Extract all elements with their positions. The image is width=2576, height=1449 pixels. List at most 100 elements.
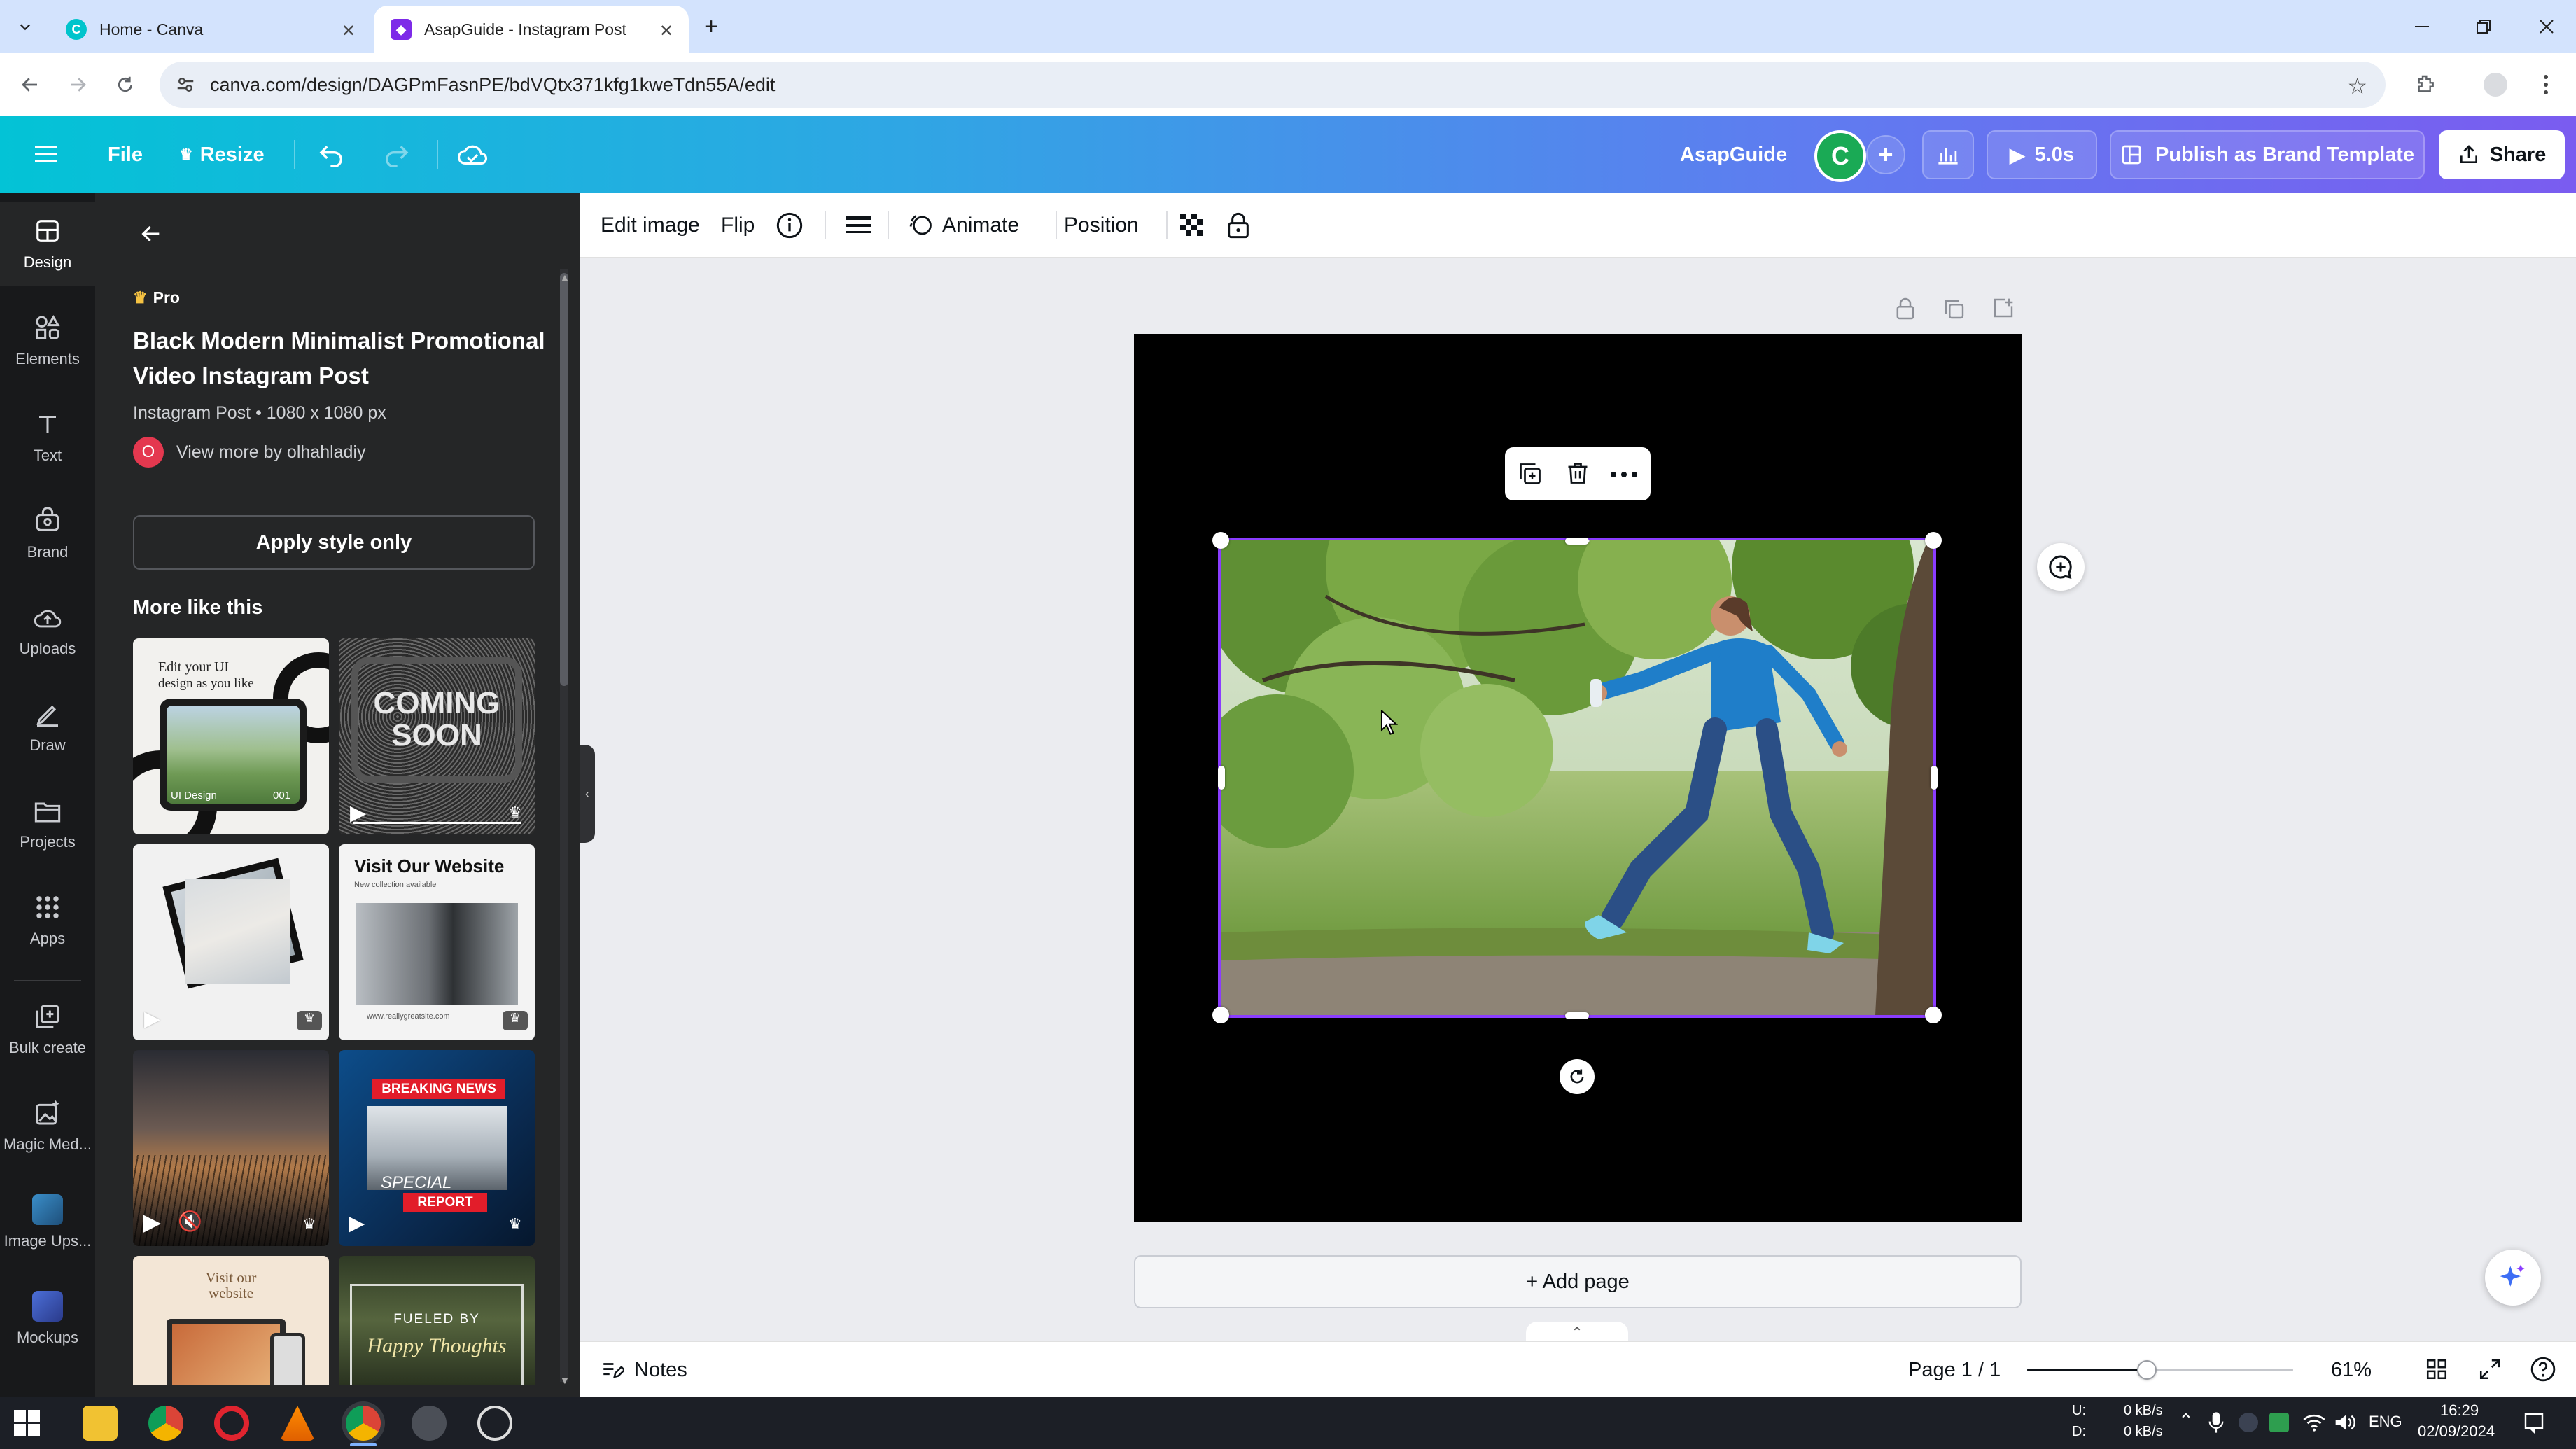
tab-search-button[interactable] (10, 13, 41, 41)
edit-image-button[interactable]: Edit image (601, 193, 700, 258)
magic-assistant-button[interactable] (2485, 1250, 2541, 1306)
template-thumbnail-breaking-news[interactable]: BREAKING NEWS SPECIAL REPORT ▶ ♛ (339, 1050, 535, 1246)
chrome-icon[interactable] (148, 1406, 183, 1441)
play-icon[interactable]: ▶ (349, 1211, 365, 1236)
rail-item-elements[interactable]: Elements (0, 298, 95, 382)
selected-image-walking-woman[interactable] (1218, 538, 1936, 1018)
scroll-down-arrow[interactable]: ▼ (560, 1375, 570, 1386)
design-name[interactable]: AsapGuide (1680, 116, 1787, 193)
close-window-button[interactable] (2526, 10, 2568, 43)
extensions-icon[interactable] (2408, 67, 2443, 102)
restore-button[interactable] (2463, 10, 2505, 43)
share-button[interactable]: Share (2439, 130, 2565, 179)
redo-button[interactable] (382, 116, 410, 193)
resize-handle-se[interactable] (1925, 1007, 1942, 1023)
transparency-icon[interactable] (1180, 193, 1204, 258)
mute-icon[interactable]: 🔇 (178, 1210, 202, 1233)
resize-handle-s[interactable] (1565, 1012, 1589, 1019)
collapse-panel-button[interactable]: ‹ (580, 745, 595, 843)
clock-time[interactable]: 16:29 (2440, 1401, 2479, 1420)
animate-button[interactable]: Animate (909, 193, 1019, 258)
flip-button[interactable]: Flip (721, 193, 755, 258)
notes-button[interactable]: Notes (601, 1342, 687, 1398)
chrome-icon[interactable] (346, 1406, 381, 1441)
notifications-icon[interactable] (2523, 1411, 2545, 1434)
reload-button[interactable] (108, 67, 143, 102)
resize-handle-e[interactable] (1931, 766, 1938, 790)
rail-item-bulk-create[interactable]: Bulk create (0, 987, 95, 1071)
more-options-icon[interactable] (1610, 471, 1638, 478)
minimize-button[interactable] (2401, 10, 2443, 43)
template-thumbnail-sunset[interactable]: ▶ 🔇 ♛ (133, 1050, 329, 1246)
chevron-up-icon[interactable]: ⌃ (2178, 1410, 2194, 1432)
rail-item-draw[interactable]: Draw (0, 685, 95, 769)
present-play-button[interactable]: ▶ 5.0s (1987, 130, 2097, 179)
author-link[interactable]: O View more by olhahladiy (133, 437, 366, 468)
new-tab-button[interactable]: + (696, 11, 727, 42)
rail-item-design[interactable]: Design (0, 202, 95, 286)
panel-scrollbar-thumb[interactable] (560, 273, 568, 686)
add-collaborator-button[interactable]: + (1866, 135, 1905, 174)
rail-item-magic-media[interactable]: Magic Med... (0, 1084, 95, 1168)
resize-button[interactable]: ♛ Resize (179, 116, 265, 193)
insights-button[interactable] (1922, 130, 1974, 179)
page-lock-icon[interactable] (1896, 297, 1915, 321)
forward-button[interactable] (60, 67, 95, 102)
microphone-icon[interactable] (2208, 1411, 2225, 1434)
template-thumbnail-visit-website[interactable]: Visit Our Website New collection availab… (339, 844, 535, 1040)
browser-tab-active[interactable]: ◆ AsapGuide - Instagram Post ✕ (374, 6, 689, 53)
add-page-icon[interactable] (1992, 297, 2015, 319)
undo-button[interactable] (318, 116, 346, 193)
tray-app-icon[interactable] (2239, 1413, 2258, 1432)
opera-icon[interactable] (214, 1406, 249, 1441)
resize-handle-n[interactable] (1565, 538, 1589, 545)
show-pages-toggle[interactable]: ⌃ (1526, 1322, 1628, 1343)
scroll-up-arrow[interactable]: ▲ (560, 272, 570, 283)
windows-start-icon[interactable] (14, 1410, 41, 1436)
app-icon[interactable] (477, 1406, 512, 1441)
rail-item-text[interactable]: Text (0, 395, 95, 479)
position-button[interactable]: Position (1064, 193, 1139, 258)
trash-icon[interactable] (1565, 460, 1590, 486)
resize-handle-sw[interactable] (1212, 1007, 1229, 1023)
back-button[interactable] (13, 67, 48, 102)
vlc-icon[interactable] (280, 1406, 315, 1441)
lock-icon[interactable] (1226, 193, 1250, 258)
site-info-icon[interactable] (175, 74, 196, 95)
maps-app-icon[interactable] (412, 1406, 447, 1441)
rail-item-apps[interactable]: Apps (0, 878, 95, 962)
zoom-level[interactable]: 61% (2331, 1359, 2372, 1382)
template-thumbnail-ui-design[interactable]: Edit your UI design as you like UI Desig… (133, 638, 329, 834)
grid-view-icon[interactable] (2425, 1357, 2449, 1381)
resize-handle-ne[interactable] (1925, 532, 1942, 549)
template-thumbnail-fashion[interactable]: ▶ ♛ (133, 844, 329, 1040)
browser-menu-icon[interactable] (2528, 67, 2563, 102)
template-thumbnail-coming-soon[interactable]: COMING SOON ▶ ♛ (339, 638, 535, 834)
profile-avatar[interactable] (2478, 67, 2513, 102)
add-page-button[interactable]: + Add page (1134, 1255, 2022, 1308)
bookmark-star-icon[interactable]: ☆ (2347, 73, 2367, 99)
apply-style-button[interactable]: Apply style only (133, 515, 535, 570)
zoom-slider-thumb[interactable] (2137, 1360, 2157, 1380)
resize-handle-w[interactable] (1218, 766, 1225, 790)
rail-item-projects[interactable]: Projects (0, 781, 95, 865)
info-icon[interactable] (776, 193, 804, 258)
page-indicator[interactable]: Page 1 / 1 (1908, 1359, 2001, 1382)
rail-item-image-upscaler[interactable]: Image Ups... (0, 1180, 95, 1264)
play-icon[interactable]: ▶ (350, 801, 366, 825)
duplicate-icon[interactable] (1518, 461, 1543, 486)
rail-item-brand[interactable]: Brand (0, 491, 95, 575)
avatar[interactable]: C (1814, 130, 1866, 182)
wifi-icon[interactable] (2303, 1413, 2325, 1432)
help-icon[interactable] (2530, 1356, 2556, 1382)
border-style-icon[interactable] (846, 193, 871, 258)
back-button[interactable] (130, 213, 172, 255)
language-indicator[interactable]: ENG (2369, 1413, 2402, 1431)
close-icon[interactable]: ✕ (342, 21, 356, 41)
browser-tab-home[interactable]: C Home - Canva ✕ (49, 6, 371, 53)
resize-handle-nw[interactable] (1212, 532, 1229, 549)
fullscreen-icon[interactable] (2478, 1357, 2502, 1381)
address-bar[interactable]: canva.com/design/DAGPmFasnPE/bdVQtx371kf… (160, 62, 2386, 108)
comment-add-button[interactable] (2037, 543, 2085, 591)
clock-date[interactable]: 02/09/2024 (2418, 1422, 2495, 1441)
